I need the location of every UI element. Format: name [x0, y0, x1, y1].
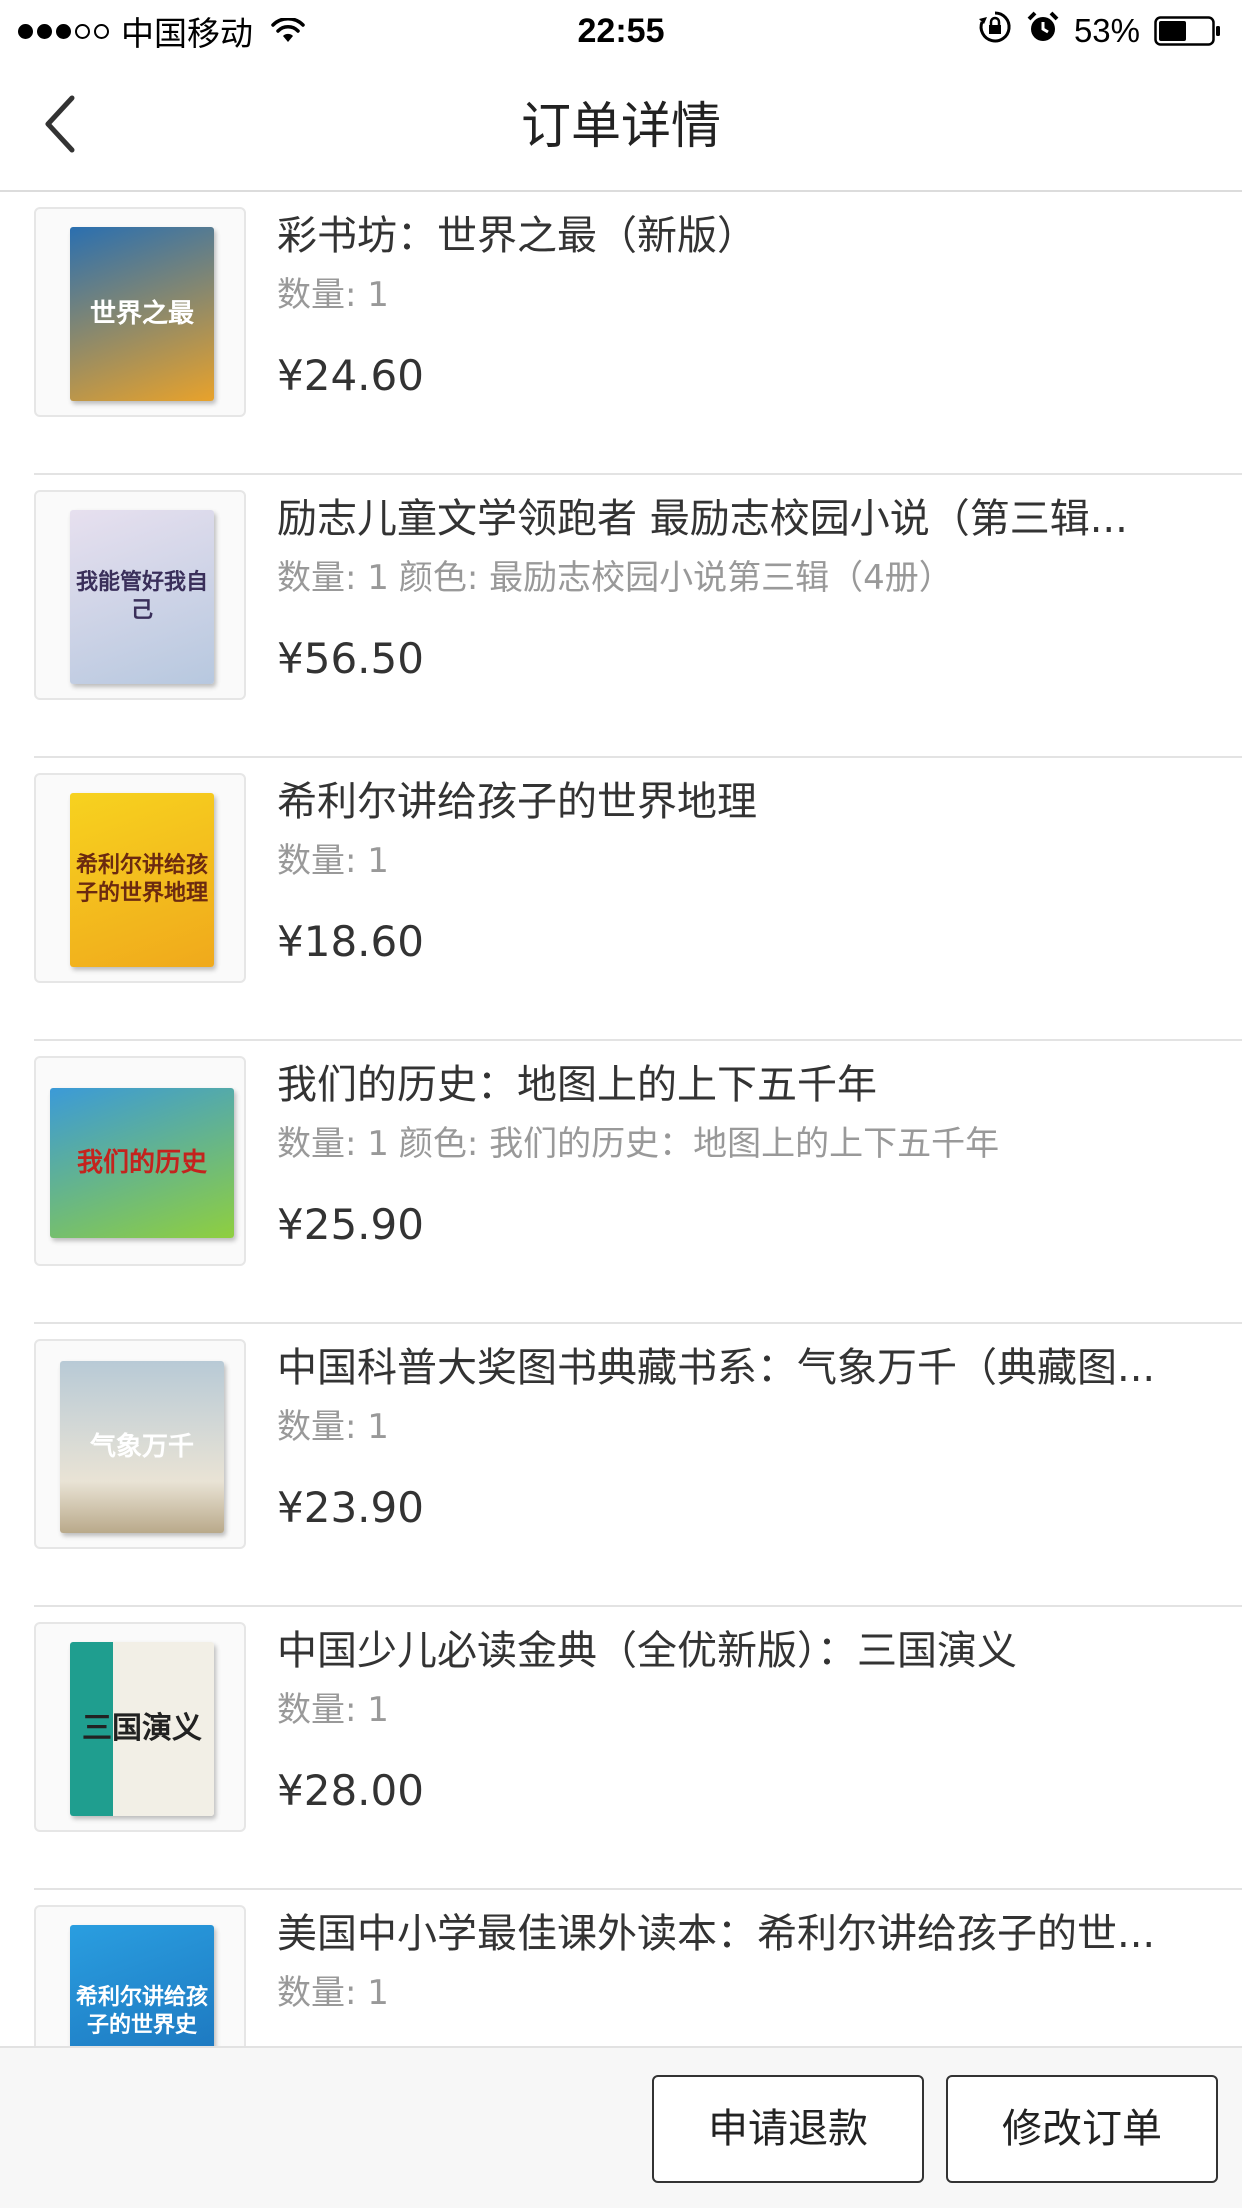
book-cover-image: 气象万千	[60, 1361, 224, 1533]
product-thumbnail[interactable]: 我能管好我自己	[34, 490, 246, 700]
product-quantity: 数量: 1	[277, 1690, 389, 1730]
status-bar: 中国移动 22:55 53%	[0, 0, 1242, 62]
modify-order-button[interactable]: 修改订单	[946, 2075, 1218, 2183]
status-right: 53%	[978, 8, 1222, 54]
book-cover-image: 我能管好我自己	[70, 510, 214, 684]
product-color: 颜色: 最励志校园小说第三辑（4册）	[398, 558, 953, 598]
apply-refund-button[interactable]: 申请退款	[652, 2075, 924, 2183]
product-thumbnail[interactable]: 气象万千	[34, 1339, 246, 1549]
book-cover-image: 三国演义	[70, 1642, 214, 1816]
book-cover-image: 世界之最	[70, 227, 214, 401]
product-price: ¥23.90	[277, 1483, 424, 1532]
page-title: 订单详情	[521, 97, 721, 155]
nav-bar: 订单详情	[0, 62, 1242, 192]
battery-percent: 53%	[1073, 12, 1140, 49]
product-title[interactable]: 我们的历史：地图上的上下五千年	[277, 1057, 1237, 1113]
product-thumbnail[interactable]: 我们的历史	[34, 1056, 246, 1266]
product-quantity: 数量: 1	[277, 558, 389, 598]
product-meta: 数量: 1	[277, 838, 1237, 884]
product-meta: 数量: 1	[277, 1404, 1237, 1450]
product-price: ¥25.90	[277, 1200, 424, 1249]
product-quantity: 数量: 1	[277, 1407, 389, 1447]
book-cover-image: 希利尔讲给孩子的世界地理	[70, 793, 214, 967]
rotation-lock-icon	[978, 10, 1012, 52]
product-quantity: 数量: 1	[277, 1973, 389, 2013]
battery-icon	[1154, 16, 1222, 46]
order-item[interactable]: 我能管好我自己 励志儿童文学领跑者 最励志校园小说（第三辑... 数量: 1 颜色…	[34, 475, 1242, 758]
product-title[interactable]: 美国中小学最佳课外读本：希利尔讲给孩子的世...	[277, 1906, 1237, 1962]
product-price: ¥56.50	[277, 634, 424, 683]
product-thumbnail[interactable]: 希利尔讲给孩子的世界史	[34, 1905, 246, 2046]
bottom-action-bar: 申请退款 修改订单	[0, 2046, 1242, 2208]
product-meta: 数量: 1 颜色: 最励志校园小说第三辑（4册）	[277, 555, 1237, 601]
order-item[interactable]: 气象万千 中国科普大奖图书典藏书系：气象万千（典藏图... 数量: 1 ¥23.…	[34, 1324, 1242, 1607]
product-title[interactable]: 希利尔讲给孩子的世界地理	[277, 774, 1237, 830]
product-thumbnail[interactable]: 希利尔讲给孩子的世界地理	[34, 773, 246, 983]
product-meta: 数量: 1	[277, 1687, 1237, 1733]
product-title[interactable]: 中国少儿必读金典（全优新版）：三国演义	[277, 1623, 1237, 1679]
product-meta: 数量: 1 颜色: 我们的历史：地图上的上下五千年	[277, 1121, 1237, 1167]
alarm-icon	[1026, 10, 1060, 52]
book-cover-image: 希利尔讲给孩子的世界史	[70, 1925, 214, 2046]
product-title[interactable]: 彩书坊：世界之最（新版）	[277, 208, 1237, 264]
product-quantity: 数量: 1	[277, 1124, 389, 1164]
product-meta: 数量: 1	[277, 272, 1237, 318]
product-price: ¥24.60	[277, 351, 424, 400]
order-item-list[interactable]: 世界之最 彩书坊：世界之最（新版） 数量: 1 ¥24.60 我能管好我自己 励…	[0, 192, 1242, 2046]
product-color: 颜色: 我们的历史：地图上的上下五千年	[398, 1124, 1000, 1164]
book-cover-image: 我们的历史	[50, 1088, 234, 1238]
order-item[interactable]: 世界之最 彩书坊：世界之最（新版） 数量: 1 ¥24.60	[34, 192, 1242, 475]
order-item[interactable]: 我们的历史 我们的历史：地图上的上下五千年 数量: 1 颜色: 我们的历史：地图上…	[34, 1041, 1242, 1324]
product-thumbnail[interactable]: 世界之最	[34, 207, 246, 417]
product-quantity: 数量: 1	[277, 841, 389, 881]
order-item[interactable]: 希利尔讲给孩子的世界地理 希利尔讲给孩子的世界地理 数量: 1 ¥18.60	[34, 758, 1242, 1041]
product-meta: 数量: 1	[277, 1970, 1237, 2016]
order-item[interactable]: 三国演义 中国少儿必读金典（全优新版）：三国演义 数量: 1 ¥28.00	[34, 1607, 1242, 1890]
product-title[interactable]: 励志儿童文学领跑者 最励志校园小说（第三辑...	[277, 491, 1237, 547]
product-thumbnail[interactable]: 三国演义	[34, 1622, 246, 1832]
product-title[interactable]: 中国科普大奖图书典藏书系：气象万千（典藏图...	[277, 1340, 1237, 1396]
product-quantity: 数量: 1	[277, 275, 389, 315]
order-item[interactable]: 希利尔讲给孩子的世界史 美国中小学最佳课外读本：希利尔讲给孩子的世... 数量:…	[34, 1890, 1242, 2046]
product-price: ¥28.00	[277, 1766, 424, 1815]
product-price: ¥18.60	[277, 917, 424, 966]
